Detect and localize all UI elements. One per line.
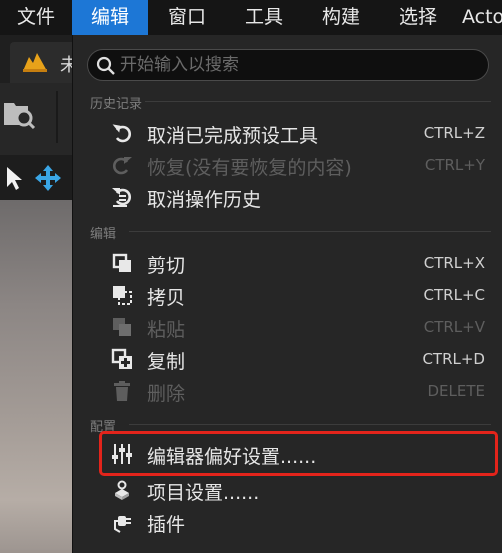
shortcut-label: CTRL+D: [422, 350, 485, 368]
menu-item-label: 粘贴: [147, 319, 186, 341]
level-icon: [23, 53, 47, 72]
shortcut-label: CTRL+Z: [423, 124, 485, 142]
menu-item-editor-preferences[interactable]: 编辑器偏好设置......: [101, 438, 495, 470]
menu-select[interactable]: 选择: [380, 0, 456, 35]
copy-icon: [113, 286, 132, 305]
toolbar: [0, 83, 72, 155]
select-mode-icon[interactable]: [4, 165, 24, 191]
menu-item-label: 拷贝: [147, 287, 186, 309]
menu-item-label: 剪切: [147, 255, 186, 277]
level-tab[interactable]: 未: [10, 42, 78, 83]
menu-tools[interactable]: 工具: [226, 0, 302, 35]
undo-icon: [112, 124, 131, 143]
search-field[interactable]: [87, 49, 489, 81]
edit-dropdown-menu: 历史记录 取消已完成预设工具 CTRL+Z 恢复(没有要恢复的内容) CTRL+…: [72, 35, 502, 553]
section-divider: [129, 424, 491, 425]
menu-item-label: 编辑器偏好设置......: [147, 446, 317, 468]
section-divider: [145, 101, 491, 102]
menu-file[interactable]: 文件: [0, 0, 72, 35]
viewport[interactable]: [0, 200, 72, 553]
section-edit-title: 编辑: [90, 227, 117, 242]
menu-item-paste[interactable]: 粘贴 CTRL+V: [101, 311, 495, 343]
menu-item-plugins[interactable]: 插件: [101, 506, 495, 538]
menu-item-delete[interactable]: 删除 DELETE: [101, 375, 495, 407]
menu-item-undo[interactable]: 取消已完成预设工具 CTRL+Z: [101, 117, 495, 149]
toolbar-divider: [56, 91, 58, 143]
menu-item-undo-history[interactable]: 取消操作历史: [101, 181, 495, 213]
project-settings-icon: [115, 480, 129, 500]
menu-item-project-settings[interactable]: 项目设置......: [101, 474, 495, 506]
menu-item-label: 恢复(没有要恢复的内容): [147, 157, 352, 179]
shortcut-label: CTRL+C: [423, 286, 485, 304]
menu-item-cut[interactable]: 剪切 CTRL+X: [101, 247, 495, 279]
menu-item-duplicate[interactable]: 复制 CTRL+D: [101, 343, 495, 375]
menu-item-label: 项目设置......: [147, 482, 260, 504]
menu-item-label: 复制: [147, 351, 186, 373]
cut-icon: [112, 253, 131, 272]
menu-item-label: 取消已完成预设工具: [147, 125, 319, 147]
shortcut-label: CTRL+Y: [424, 156, 485, 174]
plugin-icon: [114, 516, 131, 533]
redo-icon: [113, 157, 132, 175]
menu-item-label: 取消操作历史: [147, 189, 262, 211]
section-history-title: 历史记录: [90, 97, 143, 112]
menu-window[interactable]: 窗口: [148, 0, 226, 35]
menu-actor[interactable]: Acto: [462, 0, 502, 35]
menu-edit[interactable]: 编辑: [72, 0, 148, 35]
section-divider: [129, 231, 491, 232]
shortcut-label: CTRL+X: [423, 254, 485, 272]
menu-item-redo[interactable]: 恢复(没有要恢复的内容) CTRL+Y: [101, 149, 495, 181]
browse-content-icon[interactable]: [2, 97, 36, 131]
search-input[interactable]: [120, 52, 480, 78]
shortcut-label: DELETE: [427, 382, 485, 400]
menu-item-copy[interactable]: 拷贝 CTRL+C: [101, 279, 495, 311]
menu-bar: 文件 编辑 窗口 工具 构建 选择 Acto: [0, 0, 502, 35]
trash-icon: [114, 381, 130, 401]
menu-item-label: 删除: [147, 383, 186, 405]
move-icon[interactable]: [34, 164, 62, 192]
viewport-toolbar: [0, 155, 72, 200]
undo-history-icon: [112, 188, 131, 207]
shortcut-label: CTRL+V: [423, 318, 485, 336]
sliders-icon: [112, 444, 132, 464]
menu-item-label: 插件: [147, 514, 186, 536]
paste-icon: [113, 318, 131, 336]
duplicate-icon: [111, 348, 132, 369]
menu-build[interactable]: 构建: [302, 0, 380, 35]
search-icon: [96, 56, 115, 75]
